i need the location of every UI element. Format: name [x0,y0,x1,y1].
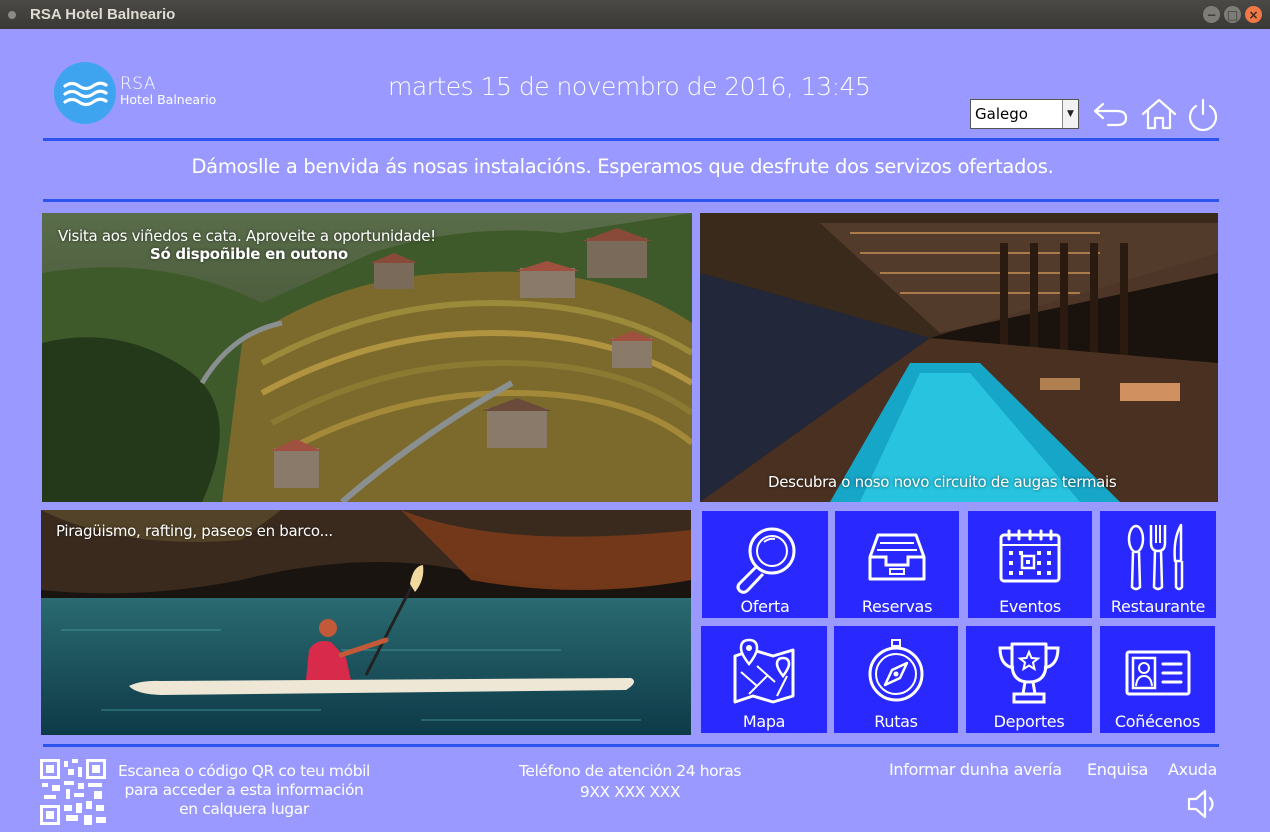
tile-mapa-label: Mapa [742,712,786,731]
tile-oferta[interactable]: Oferta [702,511,828,618]
survey-link[interactable]: Enquisa [1087,760,1148,779]
qr-code-icon [40,759,106,825]
compass-icon [868,639,924,702]
tile-reservas[interactable]: Reservas [835,511,959,618]
chevron-down-icon[interactable]: ▼ [1062,100,1078,128]
tile-oferta-label: Oferta [740,597,790,616]
vineyard-image [42,213,692,502]
brand-name: RSA [120,74,157,94]
vineyard-caption-note: Só dispoñible en outono [150,245,348,263]
brand-subtitle: Hotel Balneario [120,92,217,107]
window-menu-icon[interactable] [8,10,16,19]
report-fault-link[interactable]: Informar dunha avería [889,760,1062,779]
phone-info: Teléfono de atención 24 horas 9XX XXX XX… [480,762,780,802]
id-card-icon [1125,650,1190,696]
kayak-banner[interactable]: Piragüismo, rafting, paseos en barco... [41,510,691,735]
inbox-icon [868,533,926,581]
cutlery-icon [1127,523,1184,591]
tile-rutas-label: Rutas [874,712,918,731]
qr-instructions: Escanea o código QR co teu móbil para ac… [110,762,378,819]
power-icon[interactable] [1184,97,1222,131]
language-select-value: Galego [975,105,1028,123]
map-icon [733,638,795,704]
kayak-image [41,510,691,735]
tile-conecenos-label: Coñécenos [1114,712,1201,731]
maximize-button[interactable]: □ [1224,6,1241,23]
tile-reservas-label: Reservas [861,597,933,616]
window-title: RSA Hotel Balneario [30,6,176,23]
phone-number: 9XX XXX XXX [579,783,681,801]
tile-conecenos[interactable]: Coñécenos [1100,626,1215,733]
back-icon[interactable] [1091,97,1129,131]
tile-eventos-label: Eventos [999,597,1061,616]
datetime: martes 15 de novembro de 2016, 13:45 [388,72,871,101]
window-titlebar: RSA Hotel Balneario − □ × [0,0,1270,29]
tile-deportes[interactable]: Deportes [966,626,1092,733]
tile-eventos[interactable]: Eventos [968,511,1092,618]
welcome-message: Dámoslle a benvida ás nosas instalacións… [191,155,1054,178]
kayak-caption: Piragüismo, rafting, paseos en barco... [56,522,333,540]
home-icon[interactable] [1140,97,1178,131]
calendar-icon [999,529,1061,583]
header-divider [43,138,1219,141]
brand: RSA Hotel Balneario [120,75,216,107]
tile-mapa[interactable]: Mapa [701,626,827,733]
minimize-button[interactable]: − [1203,6,1220,23]
tile-restaurante-label: Restaurante [1110,597,1206,616]
welcome-divider [43,199,1219,202]
vineyard-banner[interactable]: Visita aos viñedos e cata. Aproveite a o… [42,213,692,502]
spa-caption: Descubra o noso novo circuito de augas t… [768,473,1117,491]
logo-icon [54,62,116,124]
search-icon [736,527,796,594]
close-button[interactable]: × [1245,6,1262,23]
qr-line-3: en calquera lugar [179,800,309,818]
app-root: RSA Hotel Balneario martes 15 de novembr… [0,29,1270,832]
trophy-icon [998,642,1060,704]
speaker-icon[interactable] [1186,787,1220,821]
tile-deportes-label: Deportes [993,712,1065,731]
tile-rutas[interactable]: Rutas [834,626,958,733]
language-select[interactable]: Galego ▼ [970,99,1079,129]
phone-label: Teléfono de atención 24 horas [519,762,741,780]
qr-line-2: para acceder a esta información [124,781,364,799]
qr-line-1: Escanea o código QR co teu móbil [118,762,370,780]
vineyard-caption: Visita aos viñedos e cata. Aproveite a o… [58,227,436,245]
tile-restaurante[interactable]: Restaurante [1100,511,1216,618]
help-link[interactable]: Axuda [1168,760,1217,779]
spa-image [700,213,1218,502]
spa-banner[interactable]: Descubra o noso novo circuito de augas t… [700,213,1218,502]
footer-divider [43,744,1219,747]
